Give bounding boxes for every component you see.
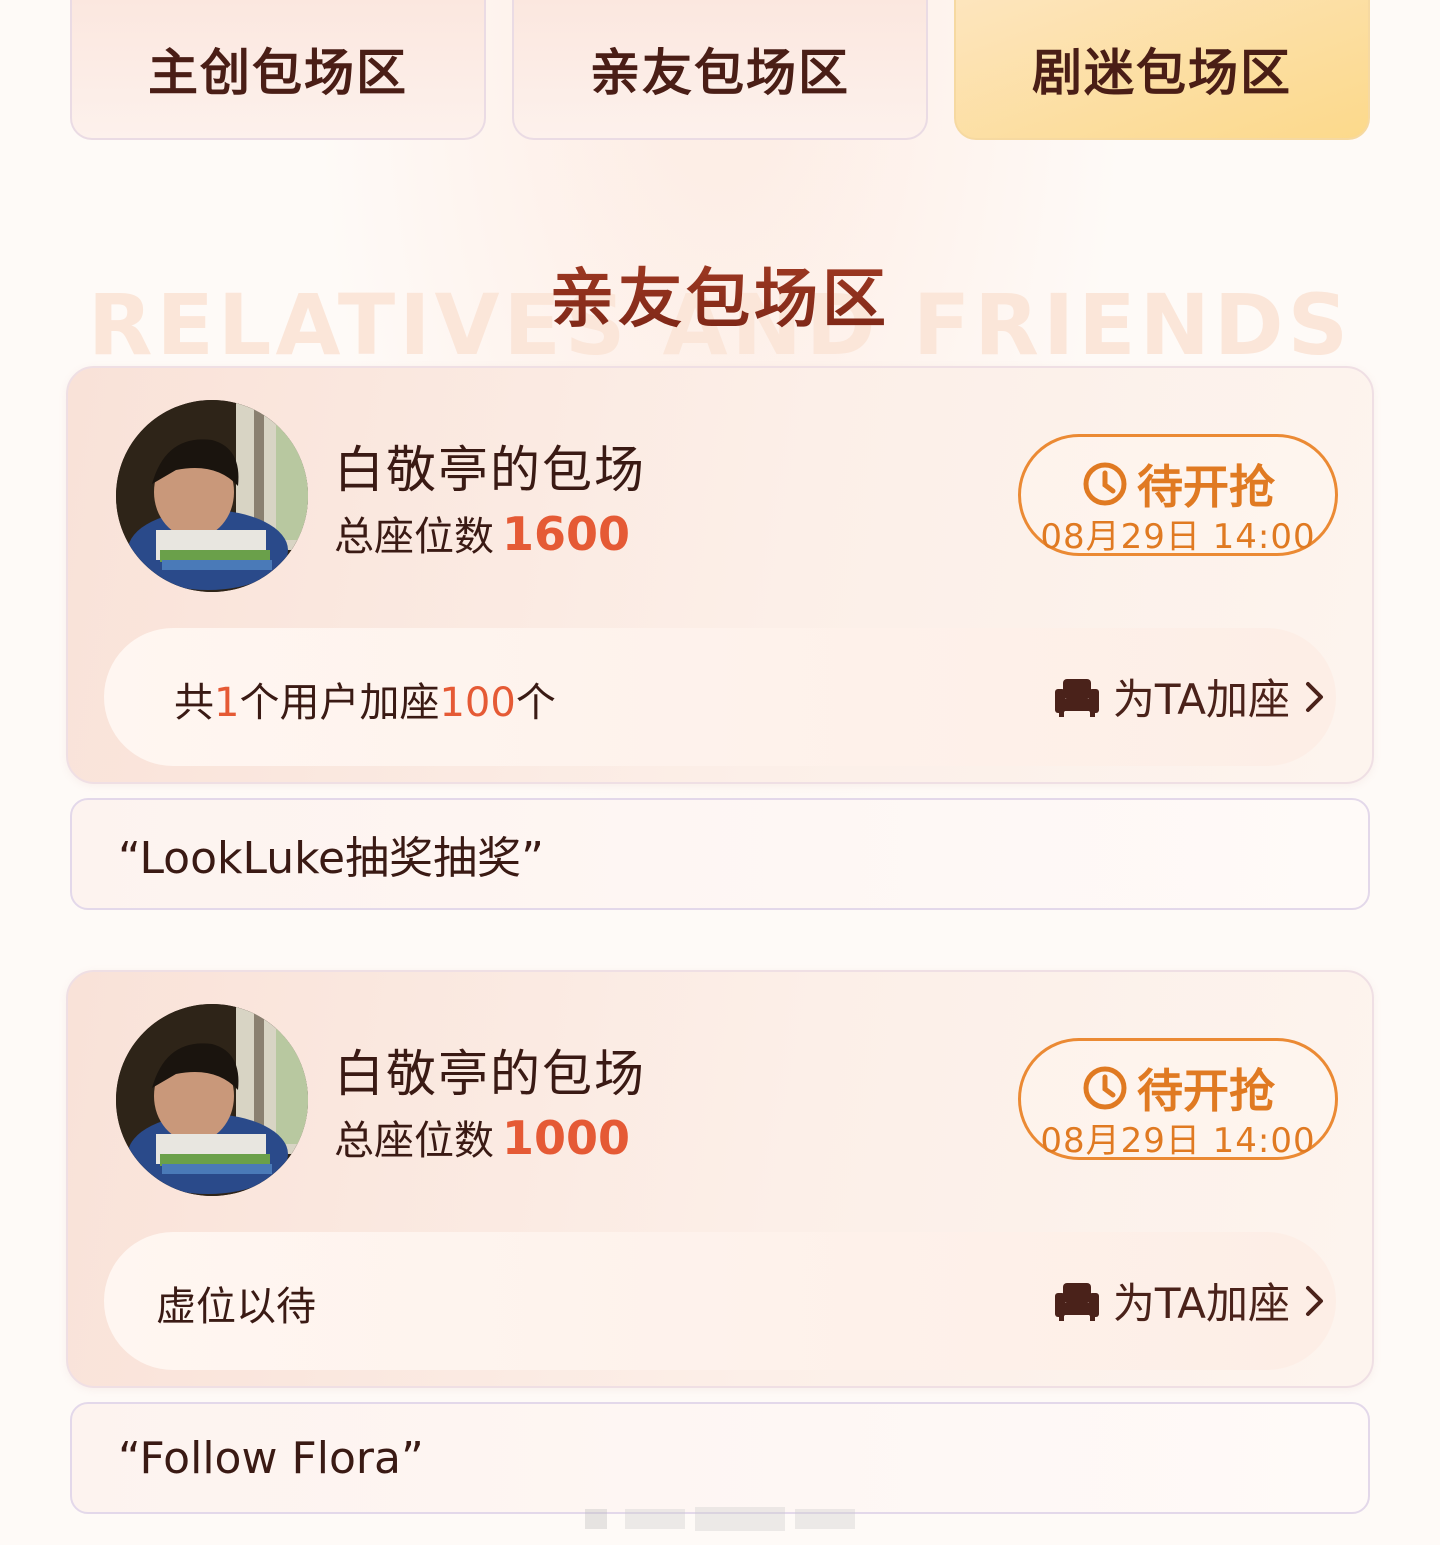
sofa-icon [1054,678,1099,717]
avatar[interactable] [116,1004,308,1196]
section-title: 亲友包场区 [0,248,1440,340]
tab-label: 亲友包场区 [590,44,850,102]
message-text: “LookLuke抽奖抽奖” [118,833,544,884]
tab-creators[interactable]: 主创包场区 [70,0,486,140]
card-title: 白敬亭的包场 [334,1045,646,1103]
status-time: 08月29日 14:00 [1040,1121,1316,1161]
seat-info: 总座位数 1600 [334,504,630,562]
summary-text: 共 [174,680,214,726]
seat-info: 总座位数 1000 [334,1108,630,1166]
message-box: “Follow Flora” [70,1402,1370,1514]
status-time: 08月29日 14:00 [1040,517,1316,557]
message-box: “LookLuke抽奖抽奖” [70,798,1370,910]
chevron-right-icon [1306,1285,1323,1316]
watermark-logo [585,1507,855,1531]
tab-label: 主创包场区 [148,44,408,102]
card-bottom-bar: 虚位以待 为TA加座 [104,1232,1336,1370]
add-seat-button[interactable]: 为TA加座 [1054,666,1326,727]
package-card: 白敬亭的包场 总座位数 1000 待开抢 08月29日 14:00 虚位以待 为T… [66,970,1374,1388]
seat-count: 1000 [502,1111,631,1165]
add-seat-label: 为TA加座 [1112,675,1290,724]
tab-fans[interactable]: 剧迷包场区 [954,0,1370,140]
seat-label: 总座位数 [334,1118,494,1164]
add-seat-button[interactable]: 为TA加座 [1054,1270,1326,1331]
status-label: 待开抢 [1137,1064,1275,1118]
seat-add-summary: 共1个用户加座100个 [174,670,556,728]
seat-label: 总座位数 [334,514,494,560]
clock-icon [1083,1066,1127,1110]
added-seat-count: 100 [439,680,516,726]
clock-icon [1083,462,1127,506]
status-label: 待开抢 [1137,460,1275,514]
section-header: RELATIVES AND FRIENDS 亲友包场区 [0,240,1440,374]
seat-add-summary: 虚位以待 [156,1284,316,1330]
seat-count: 1600 [502,507,631,561]
summary-text: 个用户加座 [239,680,440,726]
summary-text: 个 [515,680,556,726]
card-title: 白敬亭的包场 [334,441,646,499]
avatar[interactable] [116,400,308,592]
tab-relatives-friends[interactable]: 亲友包场区 [512,0,928,140]
chevron-right-icon [1306,681,1323,712]
sofa-icon [1054,1282,1099,1321]
message-text: “Follow Flora” [118,1432,424,1484]
user-count: 1 [214,680,240,726]
status-badge[interactable]: 待开抢 08月29日 14:00 [1018,1038,1338,1161]
status-badge[interactable]: 待开抢 08月29日 14:00 [1018,434,1338,557]
card-bottom-bar: 共1个用户加座100个 为TA加座 [104,628,1336,766]
add-seat-label: 为TA加座 [1112,1279,1290,1328]
package-card: 白敬亭的包场 总座位数 1600 待开抢 08月29日 14:00 共1个用户加座… [66,366,1374,784]
tab-label: 剧迷包场区 [1032,44,1292,102]
